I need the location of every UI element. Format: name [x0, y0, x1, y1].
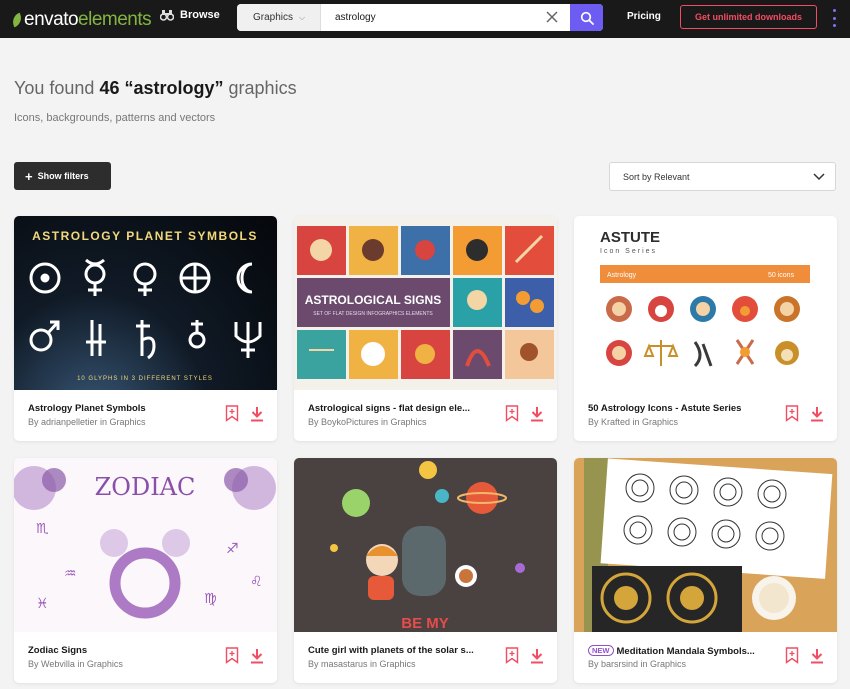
card-author[interactable]: By barsrsind in Graphics: [588, 659, 686, 669]
card-thumbnail[interactable]: ASTROLOGY PLANET SYMBOLS 10 GLYPHS IN 3 …: [14, 216, 277, 390]
card-thumbnail[interactable]: BE MY: [294, 458, 557, 632]
card-title[interactable]: 50 Astrology Icons - Astute Series: [588, 403, 768, 414]
card-title[interactable]: Zodiac Signs: [28, 645, 208, 656]
card-title[interactable]: Astrological signs - flat design ele...: [308, 403, 488, 414]
search-category-select[interactable]: Graphics ⌵: [237, 4, 321, 31]
thumb-footer: 10 GLYPHS IN 3 DIFFERENT STYLES: [77, 376, 213, 382]
bookmark-add-icon[interactable]: [785, 405, 799, 422]
card-author[interactable]: By Webvilla in Graphics: [28, 659, 123, 669]
card-author[interactable]: By BoykoPictures in Graphics: [308, 417, 427, 427]
svg-text:♐: ♐: [226, 541, 239, 557]
svg-text:♍: ♍: [204, 591, 217, 607]
card-title[interactable]: Astrology Planet Symbols: [28, 403, 208, 414]
show-filters-label: Show filters: [37, 171, 89, 181]
svg-text:♓: ♓: [36, 596, 49, 612]
result-card[interactable]: ASTROLOGY PLANET SYMBOLS 10 GLYPHS IN 3 …: [14, 216, 277, 441]
svg-text:♌: ♌: [250, 574, 263, 590]
binoculars-icon: [160, 10, 174, 21]
bookmark-add-icon[interactable]: [505, 405, 519, 422]
browse-menu[interactable]: Browse: [160, 9, 220, 21]
new-badge: NEW: [588, 645, 614, 656]
card-author[interactable]: By adrianpelletier in Graphics: [28, 417, 146, 427]
results-heading: You found 46 “astrology” graphics: [14, 78, 297, 98]
more-vertical-icon[interactable]: [830, 9, 838, 27]
envato-leaf-icon: [10, 12, 24, 28]
result-card[interactable]: ASTUTE Icon Series Astrology 50 icons 50…: [574, 216, 837, 441]
download-icon[interactable]: [530, 648, 544, 664]
thumb-bar-right: 50 icons: [768, 272, 795, 279]
mandala-symbols-artwork: [584, 458, 833, 632]
download-icon[interactable]: [810, 406, 824, 422]
result-card[interactable]: ASTROLOGICAL SIGNS SET OF FLAT DESIGN IN…: [294, 216, 557, 441]
unlimited-label: Get unlimited downloads: [694, 12, 802, 22]
card-author[interactable]: By masastarus in Graphics: [308, 659, 416, 669]
show-filters-button[interactable]: + Show filters: [14, 162, 111, 190]
search-bar: Graphics ⌵: [237, 4, 603, 31]
result-card[interactable]: NEW Meditation Mandala Symbols... By bars…: [574, 458, 837, 683]
thumb-bar-left: Astrology: [607, 272, 637, 279]
bookmark-add-icon[interactable]: [225, 647, 239, 664]
result-card[interactable]: ZODIAC ♏ ♒ ♓ ♐ ♌ ♍ Zodiac Signs By Webvilla …: [14, 458, 277, 683]
astute-icons-artwork: ASTUTE Icon Series Astrology 50 icons: [600, 229, 810, 368]
search-button[interactable]: [570, 4, 603, 31]
envato-elements-logo[interactable]: envatoelements: [10, 9, 152, 31]
card-title-text: Meditation Mandala Symbols...: [616, 646, 755, 657]
search-category-label: Graphics: [253, 12, 294, 23]
card-thumbnail[interactable]: ASTROLOGICAL SIGNS SET OF FLAT DESIGN IN…: [294, 216, 557, 390]
download-icon[interactable]: [530, 406, 544, 422]
svg-text:♒: ♒: [64, 566, 77, 582]
sort-select[interactable]: Sort by Relevant: [609, 162, 836, 191]
plus-icon: +: [25, 168, 33, 184]
thumb-title: ASTUTE: [600, 229, 660, 246]
chevron-down-icon: ⌵: [299, 12, 306, 22]
card-thumbnail[interactable]: [574, 458, 837, 632]
card-thumbnail[interactable]: ZODIAC ♏ ♒ ♓ ♐ ♌ ♍: [14, 458, 277, 632]
results-query: “astrology”: [124, 78, 224, 98]
thumb-subtitle: Icon Series: [600, 248, 657, 255]
bookmark-add-icon[interactable]: [785, 647, 799, 664]
pricing-link[interactable]: Pricing: [627, 11, 661, 22]
astrological-signs-artwork: ASTROLOGICAL SIGNS SET OF FLAT DESIGN IN…: [297, 226, 554, 379]
card-author[interactable]: By Krafted in Graphics: [588, 417, 678, 427]
thumb-title: ZODIAC: [95, 473, 196, 501]
search-input[interactable]: [323, 4, 563, 31]
download-icon[interactable]: [250, 406, 264, 422]
thumb-text: BE MY: [401, 615, 449, 632]
results-count: 46: [99, 78, 120, 98]
browse-label: Browse: [180, 9, 220, 21]
thumb-banner-sub: SET OF FLAT DESIGN INFOGRAPHICS ELEMENTS: [313, 311, 433, 317]
result-card[interactable]: BE MY Cute girl with planets of the sola…: [294, 458, 557, 683]
zodiac-watercolor-artwork: ZODIAC ♏ ♒ ♓ ♐ ♌ ♍: [14, 466, 276, 619]
planet-symbols-artwork: ASTROLOGY PLANET SYMBOLS 10 GLYPHS IN 3 …: [29, 229, 262, 382]
download-icon[interactable]: [250, 648, 264, 664]
card-thumbnail[interactable]: ASTUTE Icon Series Astrology 50 icons: [574, 216, 837, 390]
get-unlimited-downloads-button[interactable]: Get unlimited downloads: [680, 5, 817, 29]
search-icon: [580, 11, 594, 25]
card-title[interactable]: Cute girl with planets of the solar s...: [308, 645, 488, 656]
close-icon[interactable]: [545, 10, 559, 24]
logo-text: envatoelements: [24, 9, 152, 30]
thumb-title: ASTROLOGY PLANET SYMBOLS: [32, 229, 258, 243]
bookmark-add-icon[interactable]: [505, 647, 519, 664]
thumb-banner: ASTROLOGICAL SIGNS: [305, 293, 441, 307]
bookmark-add-icon[interactable]: [225, 405, 239, 422]
cute-girl-planets-artwork: BE MY: [330, 461, 525, 632]
top-navigation-bar: envatoelements Browse Graphics ⌵ Pricin: [0, 0, 850, 38]
card-title[interactable]: NEW Meditation Mandala Symbols...: [588, 645, 768, 657]
chevron-down-icon: [813, 173, 825, 181]
download-icon[interactable]: [810, 648, 824, 664]
sort-label: Sort by Relevant: [623, 171, 690, 182]
results-subtitle: Icons, backgrounds, patterns and vectors: [14, 112, 216, 124]
svg-text:♏: ♏: [36, 521, 49, 537]
